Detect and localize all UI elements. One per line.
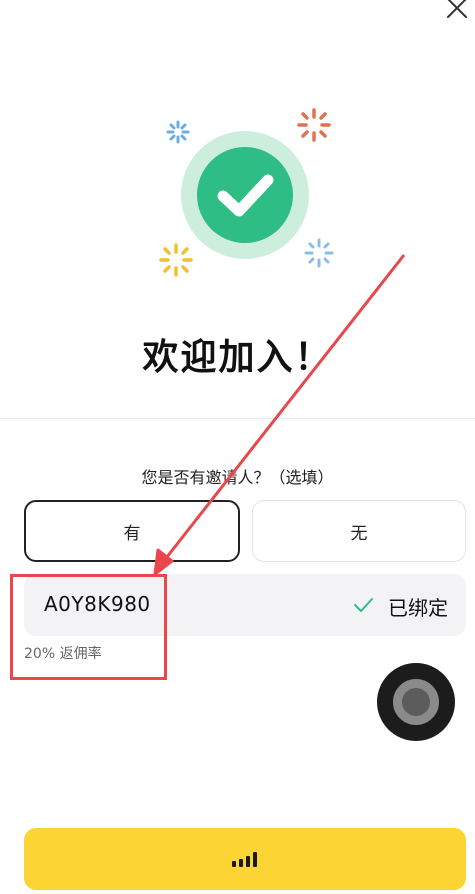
success-circle xyxy=(197,147,293,243)
check-icon xyxy=(354,598,373,612)
inviter-question: 您是否有邀请人？（选填） xyxy=(141,468,334,487)
success-illustration xyxy=(150,100,350,290)
close-button[interactable] xyxy=(443,0,471,22)
sparkle-icon xyxy=(304,238,334,268)
close-icon xyxy=(447,0,467,18)
sparkle-icon xyxy=(159,243,193,277)
sparkle-icon xyxy=(297,108,331,142)
option-yes-label: 有 xyxy=(123,523,141,544)
sparkle-icon xyxy=(166,120,190,144)
assistant-ring-icon xyxy=(393,679,439,725)
loading-indicator-icon xyxy=(232,852,257,867)
option-no-button[interactable]: 无 xyxy=(252,500,466,562)
annotation-highlight-box xyxy=(10,574,167,680)
welcome-title: 欢迎加入！ xyxy=(142,337,333,378)
submit-button[interactable] xyxy=(24,828,466,890)
option-yes-button[interactable]: 有 xyxy=(24,500,240,562)
option-no-label: 无 xyxy=(350,523,368,544)
bound-status: 已绑定 xyxy=(388,596,448,620)
floating-assistant-button[interactable] xyxy=(377,663,455,741)
section-divider xyxy=(0,418,475,419)
